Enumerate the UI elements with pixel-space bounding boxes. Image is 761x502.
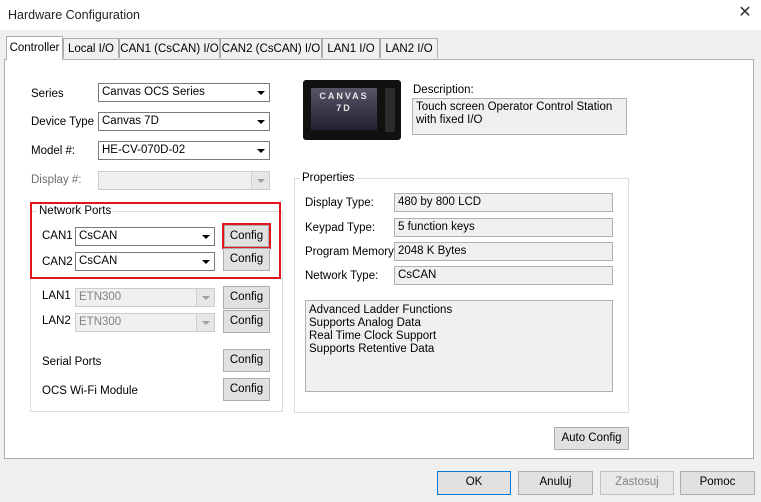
can1-select[interactable]: CsCAN [75,227,215,246]
wifi-config-button[interactable]: Config [223,378,270,401]
tab-lan1-io[interactable]: LAN1 I/O [322,38,380,58]
chevron-down-icon [252,84,269,101]
lan2-value: ETN300 [79,316,122,328]
can1-config-button[interactable]: Config [224,225,269,247]
display-type-label: Display Type: [305,197,374,209]
device-keypad [385,88,395,132]
lan1-label: LAN1 [42,290,71,302]
series-label: Series [31,88,64,100]
list-item: Supports Retentive Data [309,343,435,355]
keypad-type-value: 5 function keys [394,218,613,237]
window-title: Hardware Configuration [8,8,141,22]
list-item: Advanced Ladder Functions [309,304,453,316]
tab-local-io[interactable]: Local I/O [63,38,119,58]
tab-can2-io[interactable]: CAN2 (CsCAN) I/O [220,38,322,58]
device-type-value: Canvas 7D [102,115,159,127]
program-memory-label: Program Memory: [305,246,398,258]
list-item: Supports Analog Data [309,317,421,329]
device-image: CANVAS 7D [303,80,401,140]
list-item: Real Time Clock Support [309,330,437,342]
description-text: Touch screen Operator Control Station wi… [412,98,627,135]
chevron-down-icon [252,113,269,130]
chevron-down-icon [197,253,214,270]
auto-config-button[interactable]: Auto Config [554,427,629,450]
chevron-down-icon [196,314,214,331]
display-type-value: 480 by 800 LCD [394,193,613,212]
help-button[interactable]: Pomoc [680,471,755,495]
model-select[interactable]: HE-CV-070D-02 [98,141,270,160]
series-value: Canvas OCS Series [102,86,205,98]
properties-title: Properties [300,172,357,184]
wifi-module-label: OCS Wi-Fi Module [42,385,138,397]
serial-config-button[interactable]: Config [223,349,270,372]
apply-button[interactable]: Zastosuj [600,471,674,495]
can2-label: CAN2 [42,256,73,268]
description-label: Description: [413,84,474,96]
chevron-down-icon [252,142,269,159]
ok-button[interactable]: OK [437,471,511,495]
network-type-value: CsCAN [394,266,613,285]
series-select[interactable]: Canvas OCS Series [98,83,270,102]
chevron-down-icon [251,172,269,189]
model-value: HE-CV-070D-02 [102,144,186,156]
lan1-select[interactable]: ETN300 [75,288,215,307]
device-type-select[interactable]: Canvas 7D [98,112,270,131]
chevron-down-icon [197,228,214,245]
display-label: Display #: [31,174,82,186]
cancel-button[interactable]: Anuluj [518,471,593,495]
can1-label: CAN1 [42,230,73,242]
tab-can1-io[interactable]: CAN1 (CsCAN) I/O [119,38,220,58]
lan2-config-button[interactable]: Config [223,310,270,333]
close-icon[interactable]: ✕ [737,5,753,21]
features-list: Advanced Ladder Functions Supports Analo… [305,300,613,392]
can2-config-button[interactable]: Config [223,248,270,271]
program-memory-value: 2048 K Bytes [394,242,613,261]
device-type-label: Device Type [31,116,95,128]
serial-ports-label: Serial Ports [42,356,102,368]
display-select[interactable] [98,171,270,190]
lan2-label: LAN2 [42,315,71,327]
can1-value: CsCAN [79,230,118,242]
network-ports-title: Network Ports [37,205,114,217]
model-label: Model #: [31,145,76,157]
network-type-label: Network Type: [305,270,379,282]
tab-lan2-io[interactable]: LAN2 I/O [380,38,438,58]
device-brand: CANVAS 7D [311,90,377,114]
tab-controller[interactable]: Controller [6,36,63,60]
device-brand-line2: 7D [336,103,352,113]
keypad-type-label: Keypad Type: [305,222,376,234]
lan2-select[interactable]: ETN300 [75,313,215,332]
can2-value: CsCAN [79,255,118,267]
lan1-config-button[interactable]: Config [223,286,270,309]
can2-select[interactable]: CsCAN [75,252,215,271]
lan1-value: ETN300 [79,291,122,303]
chevron-down-icon [196,289,214,306]
device-brand-line1: CANVAS [319,91,369,101]
